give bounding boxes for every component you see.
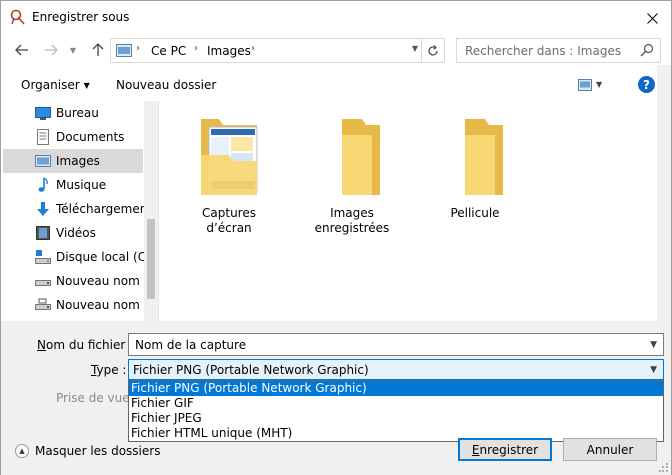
sidebar-item-label: Musique (56, 178, 107, 192)
breadcrumb-images[interactable]: Images (207, 44, 251, 58)
sidebar-item-documents[interactable]: Documents (3, 125, 143, 149)
folder-icon (465, 119, 503, 195)
organize-menu-button[interactable]: Organiser ▼ (21, 78, 90, 92)
documents-icon (37, 129, 49, 145)
sidebar-item-label: Bureau (56, 106, 99, 120)
arrow-up-icon (92, 43, 104, 56)
refresh-button[interactable] (421, 38, 444, 63)
sidebar-item-local-disk[interactable]: Disque local (C:) (3, 245, 155, 269)
sidebar-scrollbar[interactable] (144, 101, 158, 321)
network-drive-icon (35, 298, 51, 310)
sidebar-item-label: Nouveau nom (E (56, 298, 156, 312)
file-list: Captures d’écran Images enregistrées Pel… (159, 101, 657, 321)
sidebar-item-desktop[interactable]: Bureau (3, 101, 143, 125)
help-button[interactable]: ? (638, 76, 655, 93)
navigation-bar: ▼ › Ce PC › Images › ▼ Rechercher dans:… (1, 36, 671, 66)
close-button[interactable] (641, 7, 663, 29)
sidebar-item-images[interactable]: Images (3, 149, 143, 173)
navigation-pane: Bureau Documents Images Musique Téléchar… (3, 101, 158, 321)
file-type-option[interactable]: Fichier PNG (Portable Network Graphic) (129, 381, 663, 396)
close-icon (646, 12, 658, 24)
address-bar[interactable]: › Ce PC › Images › ▼ (110, 38, 445, 63)
folder-label: Images enregistrées (314, 206, 390, 235)
chevron-down-icon: ▼ (69, 45, 77, 55)
sidebar-item-videos[interactable]: Vidéos (3, 221, 143, 245)
file-type-option[interactable]: Fichier JPEG (129, 411, 663, 426)
back-button[interactable] (12, 40, 32, 60)
folder-screenshots[interactable]: Captures d’écran (179, 115, 279, 245)
forward-button[interactable] (41, 40, 61, 60)
search-placeholder: Rechercher dans : Images (465, 44, 622, 58)
chevron-right-icon[interactable]: › (251, 43, 255, 54)
videos-icon (36, 226, 50, 240)
music-icon (38, 177, 48, 192)
search-input[interactable]: Rechercher dans : Images (456, 38, 661, 63)
organize-label: Organiser (21, 78, 80, 92)
folder-label: Captures d’écran (202, 206, 256, 235)
file-type-option[interactable]: Fichier GIF (129, 396, 663, 411)
type-label: Type : (91, 363, 127, 377)
resize-grip-icon[interactable] (659, 463, 669, 473)
arrow-right-icon (45, 44, 58, 56)
recent-locations-button[interactable]: ▼ (63, 40, 83, 60)
file-type-value: Fichier PNG (Portable Network Graphic) (133, 363, 369, 377)
pictures-icon (35, 155, 51, 167)
local-disk-icon (35, 250, 51, 264)
sidebar-item-label: Disque local (C:) (56, 250, 155, 264)
window-title: Enregistrer sous (32, 10, 130, 24)
sidebar-item-new-volume-2[interactable]: Nouveau nom (E (3, 293, 156, 317)
sidebar-item-downloads[interactable]: Téléchargements (3, 197, 158, 221)
file-list-scrollbar[interactable] (657, 65, 671, 321)
sidebar-item-label: Nouveau nom (E (56, 274, 156, 288)
chevron-down-icon: ▼ (83, 81, 90, 90)
arrow-left-icon (15, 44, 28, 56)
refresh-icon (428, 44, 438, 56)
chevron-right-icon[interactable]: › (136, 43, 140, 54)
snipping-tool-icon (10, 9, 25, 25)
file-type-select[interactable]: Fichier PNG (Portable Network Graphic) ▼ (128, 359, 664, 380)
desktop-icon (35, 107, 51, 120)
chevron-up-icon: ▲ (15, 444, 29, 458)
save-button[interactable]: Enregistrer (458, 438, 552, 461)
new-folder-button[interactable]: Nouveau dossier (116, 78, 216, 92)
save-as-dialog: Enregistrer sous ▼ › Ce PC › Images › ▼ … (0, 0, 672, 475)
chevron-down-icon[interactable]: ▼ (650, 340, 657, 350)
file-type-dropdown-list: Fichier PNG (Portable Network Graphic) F… (128, 380, 664, 442)
folder-icon (342, 119, 380, 195)
pictures-folder-icon (116, 44, 132, 57)
breadcrumb-this-pc[interactable]: Ce PC (151, 44, 186, 58)
sidebar-item-label: Vidéos (56, 226, 96, 240)
sidebar-scrollbar-thumb[interactable] (147, 219, 155, 299)
title-bar: Enregistrer sous (1, 1, 671, 34)
chevron-right-icon[interactable]: › (194, 43, 198, 54)
sidebar-item-music[interactable]: Musique (3, 173, 143, 197)
cancel-button[interactable]: Annuler (563, 438, 657, 461)
filename-label: Nom du fichier : (37, 338, 134, 352)
folder-label: Pellicule (450, 206, 500, 220)
chevron-down-icon[interactable]: ▼ (650, 365, 657, 375)
filename-value: Nom de la capture (135, 338, 247, 352)
command-bar: Organiser ▼ Nouveau dossier ▼ ? (1, 71, 671, 101)
sidebar-item-label: Images (56, 154, 100, 168)
search-icon (640, 43, 654, 57)
folder-with-preview-icon (201, 119, 258, 195)
view-label: Prise de vue : (56, 391, 138, 405)
folder-camera-roll[interactable]: Pellicule (425, 115, 525, 245)
up-button[interactable] (88, 40, 108, 60)
drive-icon (35, 280, 51, 286)
filename-field[interactable]: Nom de la capture ▼ (128, 333, 664, 356)
sidebar-item-label: Documents (56, 130, 125, 144)
hide-folders-label: Masquer les dossiers (35, 444, 161, 458)
address-history-dropdown[interactable]: ▼ (412, 44, 418, 53)
downloads-icon (37, 202, 49, 216)
save-options-panel: Nom du fichier : Nom de la capture ▼ Typ… (1, 321, 671, 475)
sidebar-item-label: Téléchargements (56, 202, 158, 216)
view-dropdown-arrow[interactable]: ▼ (596, 80, 602, 89)
view-options-icon[interactable] (578, 79, 592, 91)
folder-saved-images[interactable]: Images enregistrées (302, 115, 402, 245)
sidebar-item-new-volume-1[interactable]: Nouveau nom (E (3, 269, 156, 293)
